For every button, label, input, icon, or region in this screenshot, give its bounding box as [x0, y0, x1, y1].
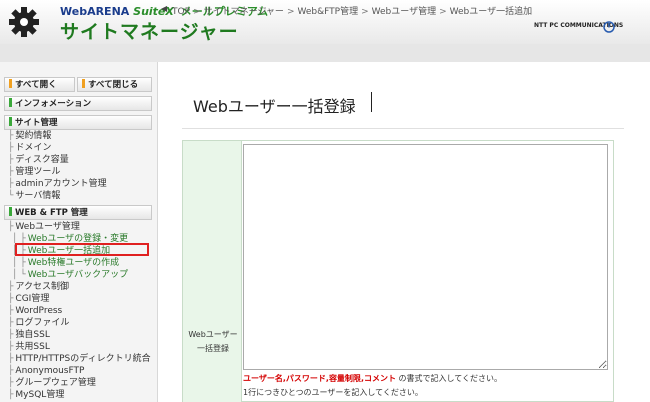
breadcrumb-bar — [0, 44, 650, 62]
sidebar-item-disk[interactable]: ├ ディスク容量 — [8, 154, 69, 166]
sidebar-item-wordpress[interactable]: ├ WordPress — [8, 305, 62, 317]
sidebar-section-web-ftp[interactable]: WEB & FTP 管理 — [4, 205, 152, 220]
site-title: サイトマネージャー — [60, 21, 239, 43]
sidebar-section-site[interactable]: サイト管理 — [4, 115, 152, 130]
breadcrumb-web-user[interactable]: Webユーザ管理 — [372, 7, 436, 17]
breadcrumb: TOP > サイトマネージャー > Web&FTP管理 > Webユーザ管理 > Webユーザ一… — [172, 7, 533, 17]
sidebar-item-web-user-backup[interactable]: │ └ Webユーザバックアップ — [12, 269, 128, 281]
sidebar-item-admin-tools[interactable]: ├ 管理ツール — [8, 166, 60, 178]
information-label: インフォメーション — [15, 99, 92, 109]
format-note: ユーザー名,パスワード,容量制限,コメント の書式で記入してください。 — [243, 374, 503, 383]
breadcrumb-top[interactable]: TOP — [172, 7, 190, 17]
form-label-line1: Webユーザー — [188, 330, 238, 339]
power-icon[interactable] — [603, 21, 615, 33]
web-ftp-label: WEB & FTP 管理 — [15, 208, 88, 218]
sidebar-item-access[interactable]: ├ アクセス制御 — [8, 281, 69, 293]
page-title: Webユーザー一括登録 — [193, 97, 356, 116]
text-caret — [371, 92, 372, 112]
bulk-user-textarea[interactable] — [243, 144, 608, 370]
collapse-arrow-icon[interactable]: ◀ — [161, 4, 167, 13]
gear-icon — [9, 7, 39, 37]
sidebar-item-logfile[interactable]: ├ ログファイル — [8, 317, 69, 329]
sidebar-item-server-info[interactable]: └ サーバ情報 — [8, 190, 60, 202]
note-quota: 容量制限 — [328, 374, 361, 383]
sidebar-item-own-ssl[interactable]: ├ 独自SSL — [8, 329, 50, 341]
note-password: パスワード — [285, 374, 326, 383]
note-suffix: の書式で記入してください。 — [395, 374, 503, 383]
sidebar-section-information[interactable]: インフォメーション — [4, 96, 152, 111]
sidebar-item-groupware[interactable]: ├ グループウェア管理 — [8, 377, 96, 389]
open-all-button[interactable]: すべて開く — [4, 77, 75, 92]
open-all-label: すべて開く — [15, 80, 57, 90]
sidebar-item-http-https[interactable]: ├ HTTP/HTTPSのディレクトリ統合 — [8, 353, 151, 365]
close-all-button[interactable]: すべて閉じる — [77, 77, 152, 92]
one-user-per-line-note: 1行につきひとつのユーザーを記入してください。 — [243, 388, 423, 397]
note-username: ユーザー名 — [243, 374, 283, 383]
breadcrumb-site-manager[interactable]: サイトマネージャー — [204, 7, 284, 17]
highlight-box — [15, 243, 149, 256]
sidebar-item-admin-account[interactable]: ├ adminアカウント管理 — [8, 178, 107, 190]
sidebar-item-anonftp[interactable]: ├ AnonymousFTP — [8, 365, 84, 377]
sidebar-item-cgi[interactable]: ├ CGI管理 — [8, 293, 49, 305]
sidebar-item-shared-ssl[interactable]: ├ 共用SSL — [8, 341, 50, 353]
breadcrumb-web-ftp[interactable]: Web&FTP管理 — [297, 7, 358, 17]
breadcrumb-current: Webユーザ一括追加 — [449, 7, 533, 17]
sidebar-item-web-user-mgmt[interactable]: ├ Webユーザ管理 — [8, 221, 80, 233]
form-label-line2: 一括登録 — [197, 344, 229, 353]
sidebar-item-web-privileged[interactable]: │ ├ Web特権ユーザの作成 — [12, 257, 119, 269]
sidebar-item-domain[interactable]: ├ ドメイン — [8, 142, 51, 154]
site-management-label: サイト管理 — [15, 118, 58, 128]
close-all-label: すべて閉じる — [88, 80, 139, 90]
form-label-cell — [183, 141, 242, 402]
note-comment: コメント — [363, 374, 396, 383]
form-label: Webユーザー 一括登録 — [186, 328, 240, 356]
sidebar-item-mysql[interactable]: ├ MySQL管理 — [8, 389, 64, 401]
sidebar-item-contract[interactable]: ├ 契約情報 — [8, 130, 51, 142]
